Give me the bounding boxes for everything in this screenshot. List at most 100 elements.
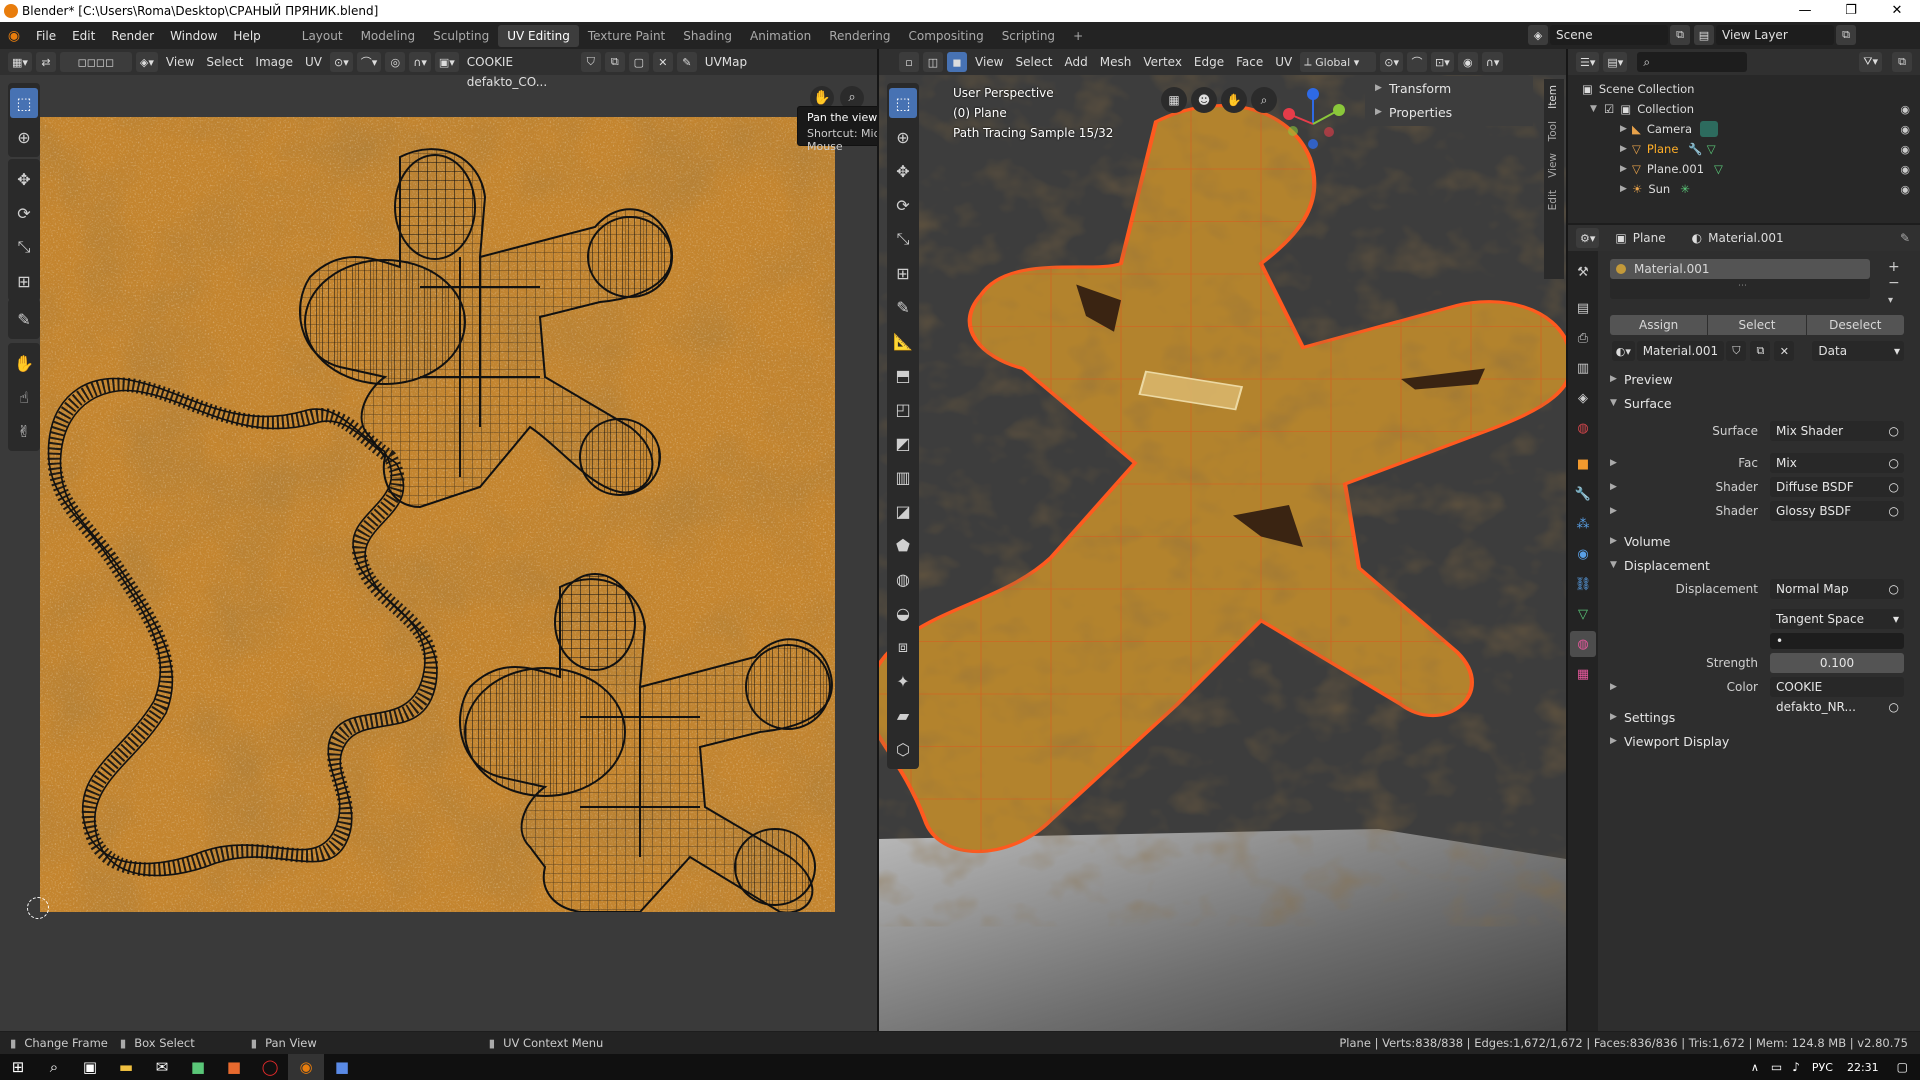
viewport-menu-vertex[interactable]: Vertex (1137, 55, 1188, 69)
rip-tool-icon[interactable]: ⬡ (889, 734, 917, 764)
vp-transform-tool-icon[interactable]: ⊞ (889, 258, 917, 288)
link-dropdown[interactable]: Data ▾ (1812, 341, 1904, 361)
uvmap-search-field[interactable]: • (1770, 633, 1904, 649)
space-dropdown[interactable]: Tangent Space ▾ (1770, 609, 1904, 629)
minimize-button[interactable]: — (1782, 0, 1828, 22)
opera-icon[interactable]: ◯ (252, 1054, 288, 1080)
menu-help[interactable]: Help (225, 29, 268, 43)
vp-rotate-tool-icon[interactable]: ⟳ (889, 190, 917, 220)
pin-icon[interactable]: ✎ (676, 52, 697, 72)
proportional-edit-icon[interactable]: ◉ (1457, 52, 1478, 72)
link-socket-icon[interactable]: ○ (1889, 697, 1899, 717)
loop-cut-tool-icon[interactable]: ▥ (889, 462, 917, 492)
viewport-menu-uv[interactable]: UV (1269, 55, 1298, 69)
viewport-menu-mesh[interactable]: Mesh (1094, 55, 1138, 69)
texture-tab-icon[interactable]: ▦ (1570, 661, 1596, 687)
tab-scripting[interactable]: Scripting (993, 25, 1064, 47)
visibility-eye-icon[interactable]: ◉ (1900, 183, 1910, 196)
sync-selection-icon[interactable]: ⇄ (35, 52, 56, 72)
uv-menu-view[interactable]: View (160, 55, 200, 69)
material-name-field[interactable]: Material.001 (1636, 341, 1725, 361)
menu-window[interactable]: Window (162, 29, 225, 43)
render-tab-icon[interactable]: ▤ (1570, 295, 1596, 321)
link-socket-icon[interactable]: ○ (1889, 421, 1899, 441)
vp-select-tool-icon[interactable]: ⬚ (889, 88, 917, 118)
viewport-menu-select[interactable]: Select (1009, 55, 1058, 69)
properties-editor[interactable]: ⚙▾ ▣ Plane ◐ Material.001 ✎ ⚒ ▤ ⎙ ▥ ◈ ◍ … (1568, 225, 1920, 1031)
surface-shader-field[interactable]: Mix Shader ○ (1770, 421, 1904, 441)
annotate-tool-icon[interactable]: ✎ (10, 304, 38, 334)
view-layer-field[interactable]: View Layer (1716, 25, 1834, 45)
deselect-button[interactable]: Deselect (1806, 315, 1904, 335)
menu-render[interactable]: Render (103, 29, 162, 43)
modifier-tab-icon[interactable]: 🔧 (1570, 481, 1596, 507)
outliner-search-input[interactable]: ⌕ (1637, 52, 1748, 72)
displacement-field[interactable]: Normal Map ○ (1770, 579, 1904, 599)
object-tab-icon[interactable]: ■ (1570, 451, 1596, 477)
inset-tool-icon[interactable]: ◰ (889, 394, 917, 424)
outliner-editor-type-icon[interactable]: ☰▾ (1576, 52, 1600, 72)
uv-select-mode-icons[interactable]: ◻◻◻◻ (59, 52, 132, 72)
duplicate-material-icon[interactable]: ⧉ (1750, 341, 1771, 361)
scene-copy-icon[interactable]: ⧉ (1670, 25, 1690, 45)
scale-tool-icon[interactable]: ⤡ (10, 232, 38, 262)
tab-animation[interactable]: Animation (741, 25, 820, 47)
transform-tool-icon[interactable]: ⊞ (10, 266, 38, 296)
tab-layout[interactable]: Layout (293, 25, 352, 47)
unlink-material-icon[interactable]: ✕ (1774, 341, 1795, 361)
smooth-tool-icon[interactable]: ◒ (889, 598, 917, 628)
shrink-tool-icon[interactable]: ✦ (889, 666, 917, 696)
sticky-select-icon[interactable]: ◈▾ (135, 52, 158, 72)
viewport-menu-add[interactable]: Add (1059, 55, 1094, 69)
pivot-point-icon[interactable]: ⊙▾ (1380, 52, 1404, 72)
vp-measure-tool-icon[interactable]: 📐 (889, 326, 917, 356)
material-slot-list[interactable]: Material.001 ⋯ (1610, 259, 1870, 299)
section-settings[interactable]: ▶ Settings (1600, 705, 1920, 729)
orientation-dropdown[interactable]: ⟂ Global ▾ (1300, 52, 1377, 72)
edge-slide-tool-icon[interactable]: ⧈ (889, 632, 917, 662)
editor-type-icon[interactable]: ▦▾ (8, 52, 32, 72)
scene-field[interactable]: Scene (1550, 25, 1668, 45)
grab-tool-icon[interactable]: ✋ (10, 348, 38, 378)
filter-icon[interactable]: ⛛▾ (1859, 52, 1882, 72)
outliner[interactable]: ☰▾ ▤▾ ⌕ ⛛▾ ⧉ ▣ Scene Collection ▼ ☑ ▣ Collec… (1568, 49, 1920, 223)
task-view-icon[interactable]: ▣ (72, 1054, 108, 1080)
section-viewport-display[interactable]: ▶ Viewport Display (1600, 729, 1920, 753)
list-resize-handle-icon[interactable]: ⋯ (1738, 281, 1747, 291)
shear-tool-icon[interactable]: ▰ (889, 700, 917, 730)
spin-tool-icon[interactable]: ◍ (889, 564, 917, 594)
tab-uv-editing[interactable]: UV Editing (498, 24, 579, 47)
output-tab-icon[interactable]: ⎙ (1570, 325, 1596, 351)
extrude-tool-icon[interactable]: ⬒ (889, 360, 917, 390)
constraints-tab-icon[interactable]: ⛓ (1570, 571, 1596, 597)
viewport-menu-view[interactable]: View (969, 55, 1009, 69)
image-name-field[interactable]: COOKIE defakto_CO... (460, 52, 579, 89)
move-tool-icon[interactable]: ✥ (10, 164, 38, 194)
vp-scale-tool-icon[interactable]: ⤡ (889, 224, 917, 254)
snap-target-icon[interactable]: ⊡▾ (1431, 52, 1454, 72)
select-mode-vertex-icon[interactable]: ▫ (899, 52, 919, 72)
menu-edit[interactable]: Edit (64, 29, 103, 43)
camera-data-icon[interactable] (1700, 121, 1718, 137)
add-slot-icon[interactable]: + (1888, 259, 1900, 275)
tab-sculpting[interactable]: Sculpting (424, 25, 498, 47)
material-slot-item[interactable]: Material.001 (1610, 259, 1870, 279)
properties-editor-type-icon[interactable]: ⚙▾ (1576, 228, 1600, 248)
visibility-eye-icon[interactable]: ◉ (1900, 123, 1910, 136)
app-icon-green[interactable]: ■ (180, 1054, 216, 1080)
checkbox-icon[interactable]: ☑ (1604, 102, 1614, 116)
uv-texture-canvas[interactable] (40, 117, 835, 912)
new-collection-icon[interactable]: ⧉ (1892, 52, 1912, 72)
viewport-menu-face[interactable]: Face (1230, 55, 1269, 69)
open-image-icon[interactable]: ▢ (628, 52, 649, 72)
gingerbread-mesh[interactable] (879, 64, 1566, 904)
tab-item[interactable]: Item (1544, 79, 1562, 115)
uv-menu-image[interactable]: Image (249, 55, 299, 69)
select-button[interactable]: Select (1708, 315, 1806, 335)
close-button[interactable]: ✕ (1874, 0, 1920, 22)
outliner-item-plane001[interactable]: ▶ ▽ Plane.001 ▽ ◉ (1582, 159, 1920, 179)
app-icon-orange[interactable]: ■ (216, 1054, 252, 1080)
collapsed-arrow-icon[interactable]: ▶ (1600, 506, 1617, 516)
remove-slot-icon[interactable]: − (1888, 275, 1900, 291)
axis-gizmo[interactable] (1273, 84, 1353, 164)
